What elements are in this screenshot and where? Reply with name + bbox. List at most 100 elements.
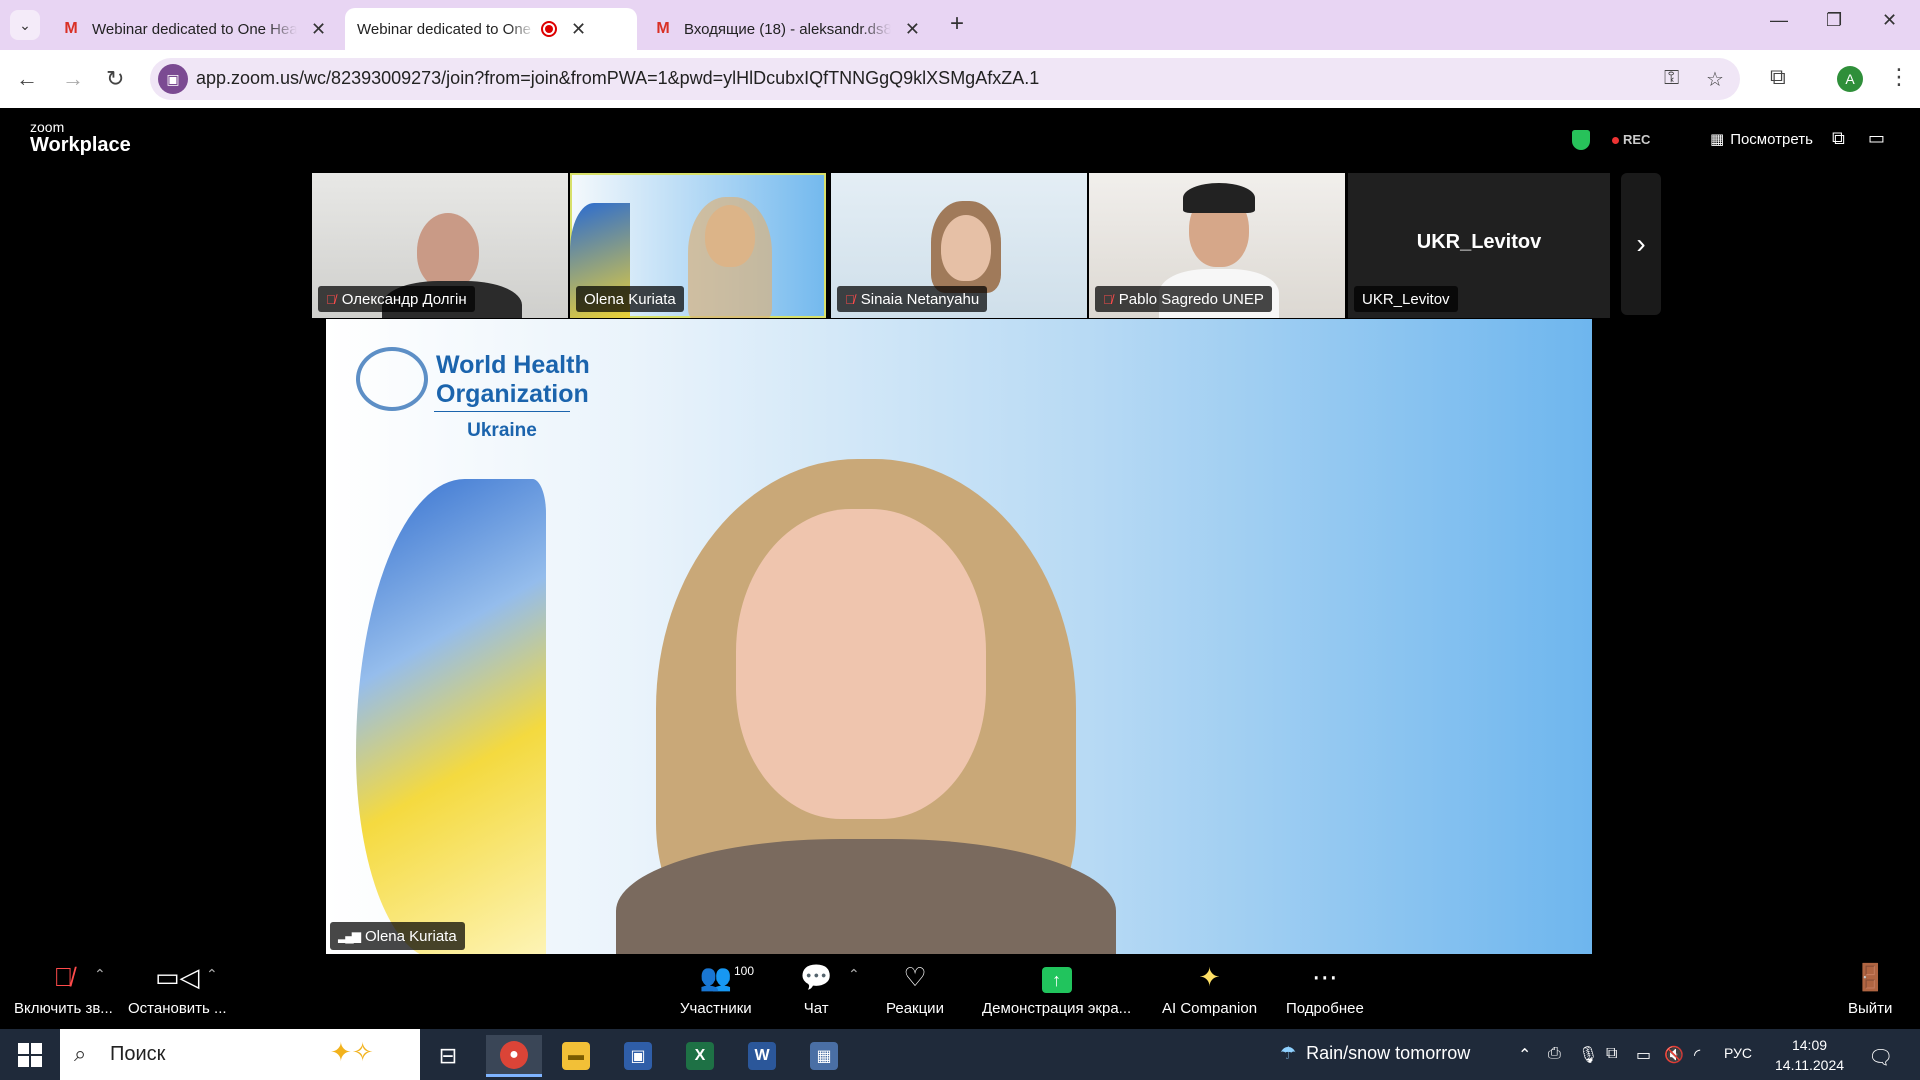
- reload-button[interactable]: ↻: [106, 66, 124, 92]
- more-button[interactable]: ⋯ Подробнее: [1286, 962, 1364, 1017]
- signal-bars-icon: ▂▄▆: [338, 929, 361, 943]
- participants-button[interactable]: 👥 100 Участники: [680, 962, 755, 1017]
- participants-count: 100: [734, 964, 755, 978]
- chevron-down-icon: ⌄: [19, 16, 31, 33]
- participant-name: Олександр Долгін: [341, 290, 467, 308]
- forward-button[interactable]: →: [62, 66, 84, 92]
- new-tab-button[interactable]: +: [950, 10, 964, 38]
- participant-tile[interactable]: 🎙̸ Pablo Sagredo UNEP: [1089, 173, 1345, 318]
- leave-icon: 🚪: [1854, 962, 1887, 992]
- participant-face: [417, 213, 479, 289]
- reactions-label: Реакции: [886, 1000, 944, 1017]
- clock-date: 14.11.2024: [1775, 1057, 1845, 1073]
- wifi-icon[interactable]: ◜: [1694, 1045, 1700, 1065]
- leave-button[interactable]: 🚪 Выйти: [1848, 962, 1892, 1017]
- encryption-shield-icon[interactable]: [1572, 130, 1590, 150]
- more-label: Подробнее: [1286, 1000, 1364, 1017]
- tab-gmail-webinar[interactable]: M Webinar dedicated to One Heal ✕: [50, 8, 340, 50]
- close-window-button[interactable]: ✕: [1882, 10, 1897, 31]
- heart-icon: ♡: [903, 962, 927, 992]
- calculator-icon[interactable]: ▦: [796, 1035, 852, 1077]
- chat-label: Чат: [803, 1000, 829, 1017]
- participant-hair: [688, 197, 772, 318]
- word-icon[interactable]: W: [734, 1035, 790, 1077]
- zoom-brand-logo: zoom Workplace: [30, 120, 131, 156]
- network-cast-icon[interactable]: ⧉: [1606, 1045, 1617, 1063]
- taskbar-search[interactable]: ⌕ Поиск ✦✧: [60, 1029, 420, 1080]
- participants-label: Участники: [680, 1000, 752, 1017]
- extensions-icon[interactable]: ⧉: [1770, 64, 1786, 90]
- participant-name: Pablo Sagredo UNEP: [1118, 290, 1264, 308]
- tab-title: Webinar dedicated to One Hea: [357, 20, 535, 38]
- volume-muted-icon[interactable]: 🔇: [1664, 1045, 1684, 1065]
- minimize-video-icon[interactable]: ▭: [1868, 128, 1885, 149]
- view-button[interactable]: ▦ Посмотреть: [1710, 130, 1813, 148]
- restore-button[interactable]: ❐: [1826, 10, 1842, 31]
- pip-icon[interactable]: ⧉: [1832, 128, 1845, 149]
- rain-umbrella-icon: ☂: [1280, 1043, 1297, 1063]
- browser-toolbar: ← → ↻ ▣ app.zoom.us/wc/82393009273/join?…: [0, 50, 1920, 108]
- participant-tile[interactable]: 🎙̸ Олександр Долгін: [312, 173, 568, 318]
- who-logo-line1: World Health: [436, 351, 590, 379]
- save-app-icon[interactable]: ▣: [610, 1035, 666, 1077]
- microphone-tray-icon[interactable]: 🎙: [1578, 1045, 1598, 1065]
- tab-search-button[interactable]: ⌄: [10, 10, 40, 40]
- recording-indicator[interactable]: REC: [1612, 132, 1650, 147]
- ai-companion-button[interactable]: ✦ AI Companion: [1162, 962, 1257, 1017]
- audio-options-caret[interactable]: ⌃: [94, 966, 106, 983]
- key-icon[interactable]: ⚿: [1664, 67, 1679, 90]
- close-icon[interactable]: ✕: [905, 19, 920, 40]
- grid-icon: ▦: [1710, 131, 1725, 148]
- menu-icon[interactable]: ⋮: [1888, 64, 1910, 90]
- tab-gmail-inbox[interactable]: M Входящие (18) - aleksandr.ds86 ✕: [642, 8, 932, 50]
- excel-icon[interactable]: X: [672, 1035, 728, 1077]
- notifications-icon[interactable]: 🗨: [1868, 1045, 1893, 1070]
- sparkle-icon: ✦: [1198, 962, 1221, 992]
- who-logo-sub: Ukraine: [434, 411, 570, 442]
- share-screen-icon: ↑: [982, 962, 1131, 996]
- minimize-button[interactable]: —: [1770, 10, 1788, 31]
- main-speaker-video[interactable]: World Health Organization Ukraine ▂▄▆ Ole…: [326, 319, 1592, 954]
- star-icon[interactable]: ☆: [1706, 67, 1724, 92]
- site-info-icon[interactable]: ▣: [158, 64, 188, 94]
- language-indicator[interactable]: РУС: [1724, 1045, 1752, 1061]
- tray-chevron-icon[interactable]: ⌃: [1518, 1045, 1531, 1065]
- chrome-icon[interactable]: ●: [486, 1035, 542, 1077]
- share-screen-button[interactable]: ↑ Демонстрация экра...: [982, 962, 1131, 1017]
- video-options-caret[interactable]: ⌃: [206, 966, 218, 983]
- chat-icon: 💬: [800, 962, 833, 992]
- close-icon[interactable]: ✕: [571, 19, 586, 40]
- url-text[interactable]: app.zoom.us/wc/82393009273/join?from=joi…: [196, 68, 1039, 89]
- next-page-button[interactable]: ›: [1621, 173, 1661, 315]
- address-bar[interactable]: ▣ app.zoom.us/wc/82393009273/join?from=j…: [150, 58, 1740, 100]
- windows-start-icon[interactable]: [18, 1043, 42, 1067]
- system-clock[interactable]: 14:09 14.11.2024: [1775, 1035, 1844, 1075]
- participant-tile[interactable]: Olena Kuriata: [570, 173, 826, 318]
- participant-tile[interactable]: 🎙̸ Sinaia Netanyahu: [831, 173, 1087, 318]
- participant-name-tag: 🎙̸ Sinaia Netanyahu: [837, 286, 988, 312]
- windows-taskbar: ⌕ Поиск ✦✧ ⊟ ● ▬ ▣ X W ▦ ☂ Rain/snow tomo…: [0, 1029, 1920, 1080]
- chat-options-caret[interactable]: ⌃: [848, 966, 860, 983]
- camera-tray-icon[interactable]: ⎙: [1548, 1045, 1561, 1063]
- battery-icon[interactable]: ▭: [1636, 1045, 1651, 1065]
- participant-name-tag: 🎙̸ Pablo Sagredo UNEP: [1095, 286, 1272, 312]
- share-screen-label: Демонстрация экра...: [982, 1000, 1132, 1017]
- mic-muted-icon: 🎙̸: [326, 291, 336, 307]
- ai-companion-label: AI Companion: [1162, 1000, 1258, 1017]
- chat-button[interactable]: 💬 Чат: [800, 962, 832, 1017]
- gmail-icon: M: [656, 20, 670, 37]
- profile-avatar[interactable]: A: [1837, 66, 1863, 92]
- tab-zoom-webinar[interactable]: zm Webinar dedicated to One Hea ✕: [345, 8, 637, 134]
- headphones-icon: [1183, 183, 1255, 213]
- back-button[interactable]: ←: [16, 66, 38, 92]
- weather-text: Rain/snow tomorrow: [1306, 1043, 1471, 1063]
- participant-name: UKR_Levitov: [1362, 290, 1450, 308]
- task-view-icon[interactable]: ⊟: [420, 1035, 476, 1077]
- weather-widget[interactable]: ☂ Rain/snow tomorrow: [1280, 1043, 1470, 1064]
- tab-title: Входящие (18) - aleksandr.ds86: [684, 20, 891, 38]
- close-icon[interactable]: ✕: [311, 19, 326, 40]
- reactions-button[interactable]: ♡ Реакции: [886, 962, 944, 1017]
- file-explorer-icon[interactable]: ▬: [548, 1035, 604, 1077]
- gmail-icon: M: [64, 20, 78, 37]
- participant-tile[interactable]: UKR_Levitov UKR_Levitov: [1348, 173, 1610, 318]
